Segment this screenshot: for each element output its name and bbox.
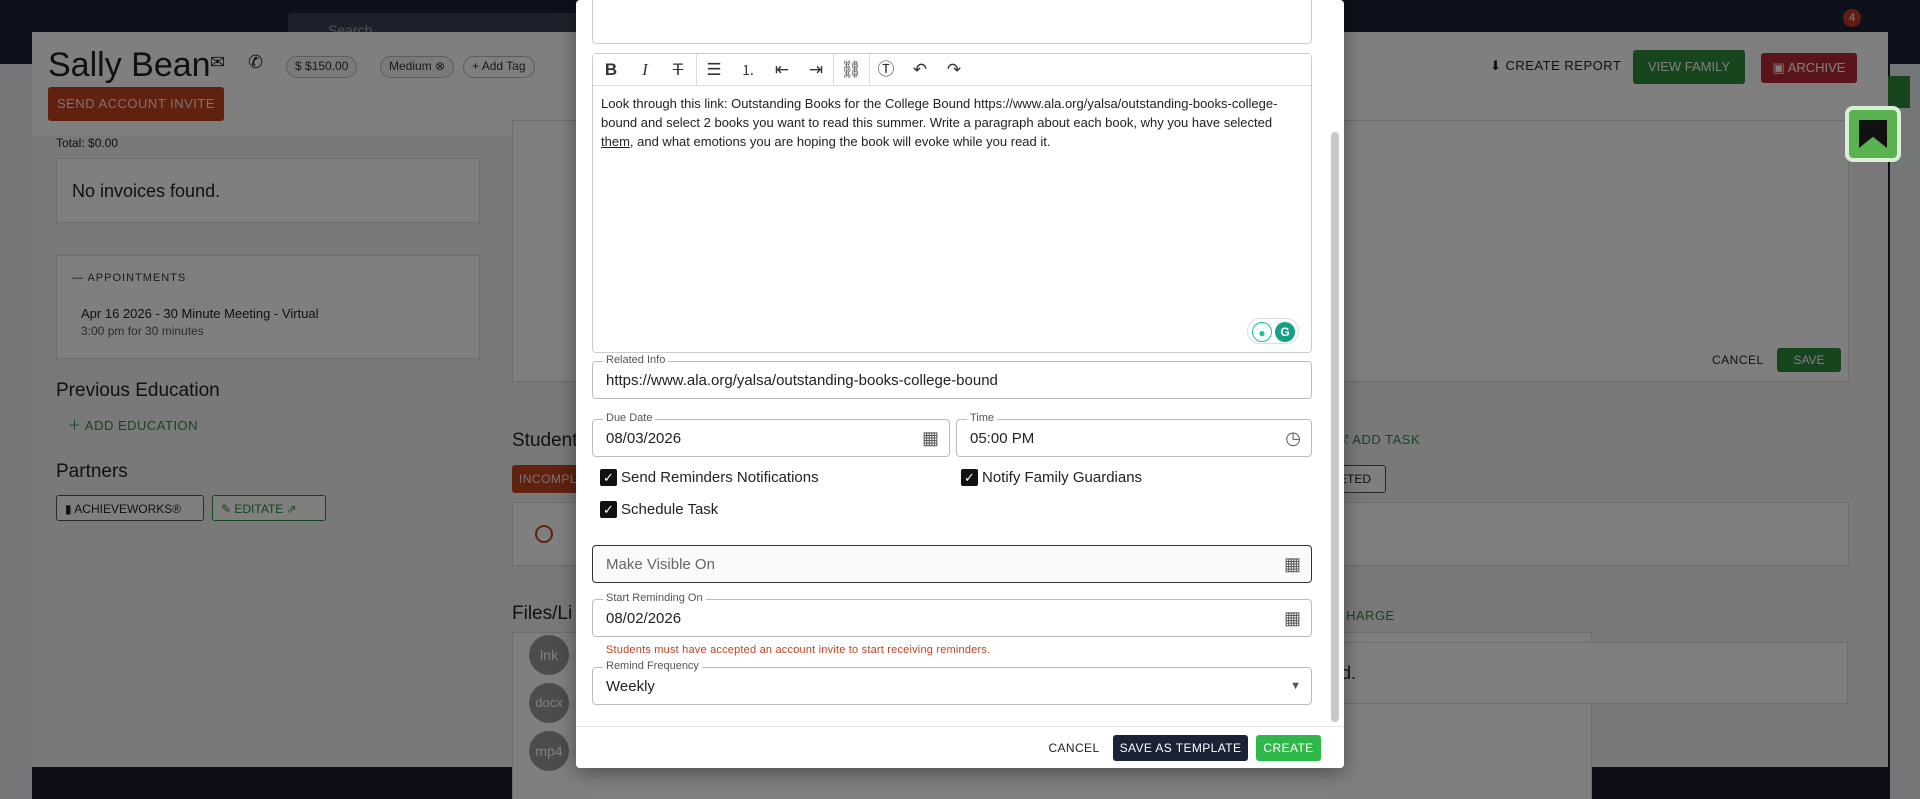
time-field[interactable]: Time 05:00 PM ◷ bbox=[956, 412, 1312, 457]
numbered-list-icon[interactable]: ⒈ bbox=[733, 58, 763, 82]
description-editor[interactable]: B I T ☰ ⒈ ⇤ ⇥ ⛓ Ⓣ ↶ ↷ Look through this … bbox=[592, 53, 1312, 353]
send-reminders-checkbox[interactable]: ✓ bbox=[600, 469, 617, 486]
description-text[interactable]: Look through this link: Outstanding Book… bbox=[601, 94, 1301, 151]
editor-toolbar: B I T ☰ ⒈ ⇤ ⇥ ⛓ Ⓣ ↶ ↷ bbox=[593, 54, 1311, 86]
start-reminding-field[interactable]: Start Reminding On 08/02/2026 ▦ bbox=[592, 592, 1312, 637]
calendar-icon[interactable]: ▦ bbox=[922, 428, 939, 449]
cancel-button[interactable]: CANCEL bbox=[1044, 735, 1104, 761]
task-title-field[interactable] bbox=[592, 0, 1312, 44]
send-reminders-label: Send Reminders Notifications bbox=[621, 469, 819, 486]
due-date-field[interactable]: Due Date 08/03/2026 ▦ bbox=[592, 412, 950, 457]
bullet-list-icon[interactable]: ☰ bbox=[699, 58, 729, 82]
create-button[interactable]: CREATE bbox=[1256, 735, 1321, 761]
save-as-template-button[interactable]: SAVE AS TEMPLATE bbox=[1113, 735, 1248, 761]
grammarly-bulb-icon[interactable]: ● bbox=[1252, 322, 1272, 342]
schedule-task-label: Schedule Task bbox=[621, 501, 719, 518]
notify-guardians-checkbox[interactable]: ✓ bbox=[961, 469, 978, 486]
modal-footer: CANCEL SAVE AS TEMPLATE CREATE bbox=[576, 726, 1344, 768]
notify-guardians-label: Notify Family Guardians bbox=[982, 469, 1143, 486]
schedule-task-checkbox[interactable]: ✓ bbox=[600, 501, 617, 518]
floating-widget-button[interactable] bbox=[1845, 106, 1901, 162]
underlined-word: them bbox=[601, 134, 630, 149]
dropdown-arrow-icon[interactable]: ▼ bbox=[1290, 680, 1301, 692]
indent-icon[interactable]: ⇥ bbox=[801, 58, 831, 82]
calendar-icon[interactable]: ▦ bbox=[1284, 608, 1301, 629]
clear-format-icon[interactable]: Ⓣ bbox=[871, 58, 901, 82]
related-info-field[interactable]: Related Info https://www.ala.org/yalsa/o… bbox=[592, 354, 1312, 399]
redo-icon[interactable]: ↷ bbox=[939, 58, 969, 82]
italic-icon[interactable]: I bbox=[630, 58, 660, 82]
grammarly-g-icon[interactable]: G bbox=[1275, 322, 1295, 342]
grammarly-widget[interactable]: ● G bbox=[1247, 318, 1299, 344]
task-modal: B I T ☰ ⒈ ⇤ ⇥ ⛓ Ⓣ ↶ ↷ Look through this … bbox=[576, 0, 1344, 768]
make-visible-on-field[interactable]: Make Visible On ▦ bbox=[592, 545, 1312, 583]
bold-icon[interactable]: B bbox=[596, 58, 626, 82]
undo-icon[interactable]: ↶ bbox=[905, 58, 935, 82]
remind-frequency-select[interactable]: Remind Frequency Weekly ▼ bbox=[592, 660, 1312, 705]
outdent-icon[interactable]: ⇤ bbox=[767, 58, 797, 82]
link-icon[interactable]: ⛓ bbox=[836, 58, 866, 82]
strikethrough-icon[interactable]: T bbox=[663, 58, 693, 82]
modal-scrollbar[interactable] bbox=[1331, 132, 1339, 722]
reminder-helper-text: Students must have accepted an account i… bbox=[606, 644, 991, 656]
calendar-icon[interactable]: ▦ bbox=[1284, 554, 1301, 575]
clock-icon[interactable]: ◷ bbox=[1285, 428, 1301, 449]
bookmark-icon bbox=[1859, 120, 1887, 148]
